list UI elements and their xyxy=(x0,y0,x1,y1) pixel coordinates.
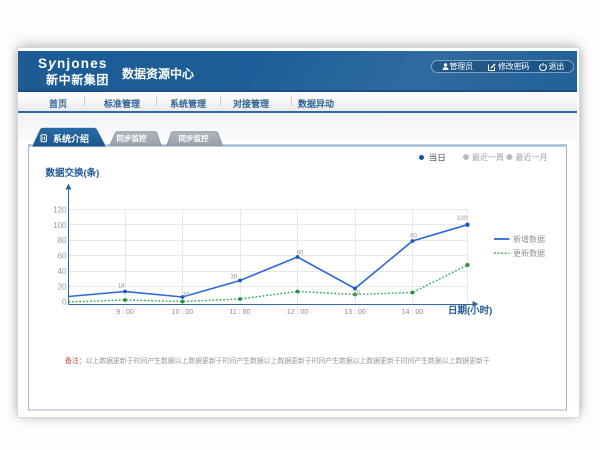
svg-text:9 : 00: 9 : 00 xyxy=(116,309,134,316)
svg-text:20: 20 xyxy=(58,282,67,291)
svg-text:100: 100 xyxy=(53,221,67,230)
svg-text:60: 60 xyxy=(58,252,67,261)
svg-text:同步监控: 同步监控 xyxy=(179,133,209,143)
svg-text:30: 30 xyxy=(231,275,238,281)
svg-text:当日: 当日 xyxy=(429,153,446,163)
svg-text:日期(小时): 日期(小时) xyxy=(448,305,492,317)
svg-text:100: 100 xyxy=(457,216,468,222)
svg-text:11 : 00: 11 : 00 xyxy=(230,309,251,316)
svg-text:40: 40 xyxy=(58,267,67,276)
svg-text:备注：以上数据更新于时间产生数据以上数据更新于时间产生数据以: 备注：以上数据更新于时间产生数据以上数据更新于时间产生数据以上数据更新于时间产生… xyxy=(65,356,490,365)
svg-text:系统介绍: 系统介绍 xyxy=(53,133,89,144)
svg-text:更新数据: 更新数据 xyxy=(513,248,545,258)
svg-text:18: 18 xyxy=(118,283,125,289)
svg-text:80: 80 xyxy=(58,236,67,245)
svg-text:80: 80 xyxy=(410,234,417,240)
svg-text:0: 0 xyxy=(62,298,67,307)
svg-text:新增数据: 新增数据 xyxy=(513,234,545,244)
svg-text:10: 10 xyxy=(353,290,360,296)
svg-text:14 : 00: 14 : 00 xyxy=(402,309,424,316)
svg-text:数据交换(条): 数据交换(条) xyxy=(45,167,100,179)
svg-text:10 : 00: 10 : 00 xyxy=(172,309,194,316)
svg-text:13 : 00: 13 : 00 xyxy=(344,309,366,316)
svg-text:10: 10 xyxy=(183,292,190,298)
svg-text:120: 120 xyxy=(53,205,67,214)
svg-text:最近一周: 最近一周 xyxy=(472,152,504,162)
svg-text:最近一月: 最近一月 xyxy=(516,152,548,162)
svg-text:60: 60 xyxy=(297,251,304,257)
svg-text:同步监控: 同步监控 xyxy=(117,133,147,143)
svg-text:12 : 00: 12 : 00 xyxy=(287,309,309,316)
